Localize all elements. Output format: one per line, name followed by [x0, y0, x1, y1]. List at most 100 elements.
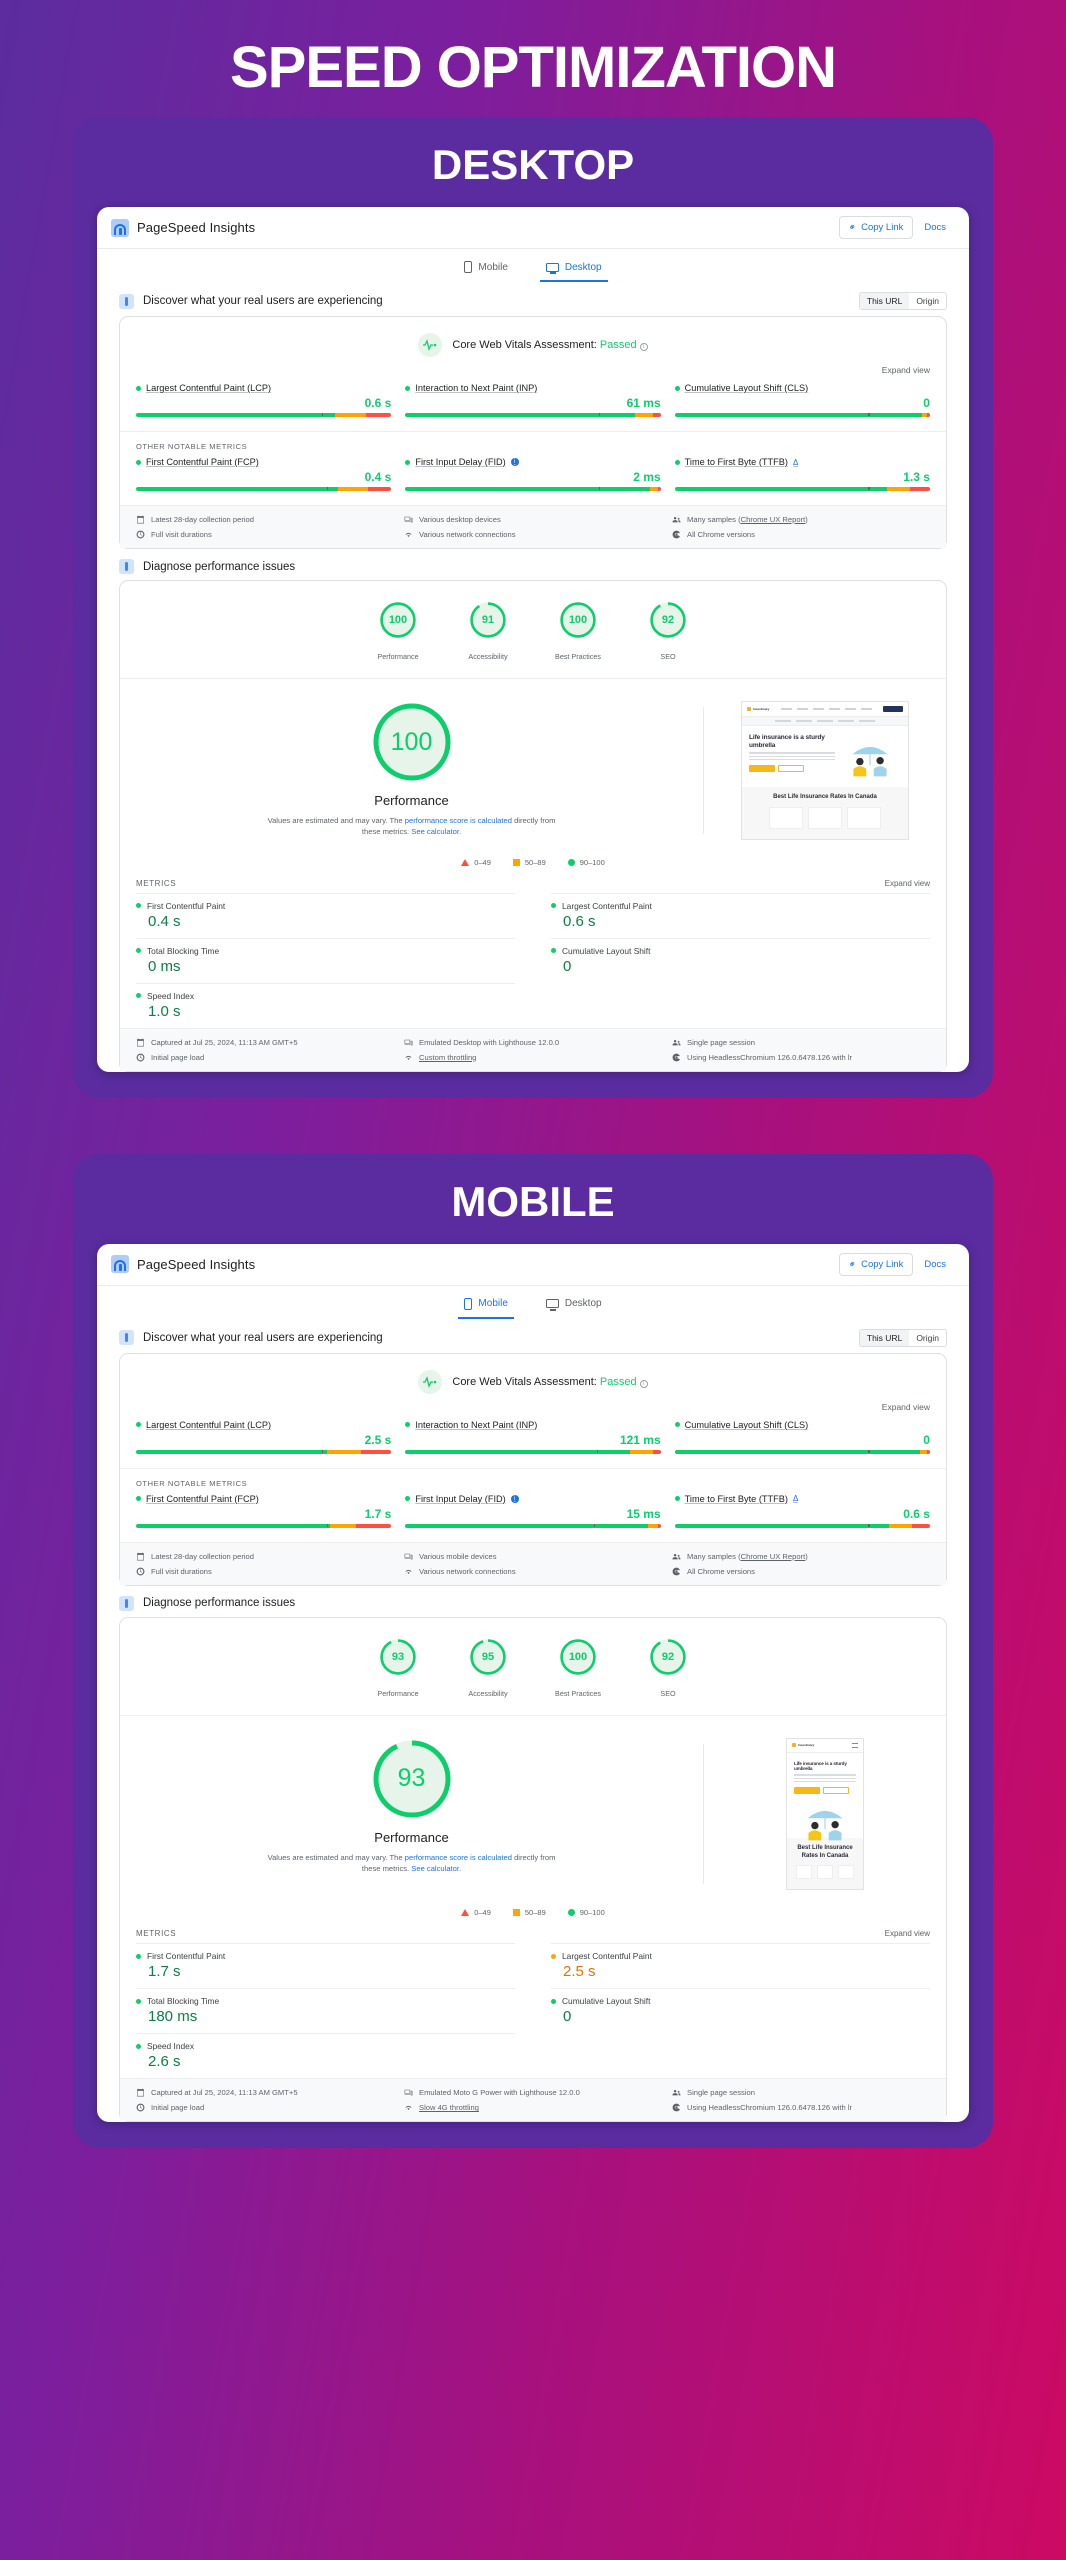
wifi-icon [405, 1055, 412, 1060]
psi-topbar: PageSpeed Insights ⚭ Copy Link Docs [97, 1244, 969, 1286]
field-metric-other-2: Time to First Byte (TTFB) Δ 1.3 s [674, 457, 930, 491]
sections-root: DESKTOP PageSpeed Insights ⚭ Copy Link Docs M… [0, 117, 1066, 2149]
thumb-cta-secondary[interactable] [823, 1787, 849, 1795]
metric-bar [405, 487, 661, 491]
metric-label[interactable]: Time to First Byte (TTFB) Δ [674, 1494, 930, 1504]
legend-label: 0–49 [474, 857, 491, 867]
footnote-item: Various desktop devices [404, 515, 662, 524]
see-calculator-link[interactable]: See calculator. [411, 1864, 461, 1873]
info-icon[interactable]: i [639, 1379, 648, 1388]
legend-label: 50–89 [524, 857, 546, 867]
subnav-link-placeholder [796, 720, 812, 722]
category-scores: 93 Performance 95 Accessibility 100 Best Prac… [120, 1618, 946, 1716]
tab-desktop[interactable]: Desktop [540, 1295, 608, 1319]
toggle-option-origin[interactable]: Origin [909, 1329, 946, 1346]
score-seo[interactable]: 92 SEO [642, 1638, 694, 1701]
status-dot-green [674, 1496, 680, 1501]
metric-label[interactable]: First Input Delay (FID) i [405, 1494, 660, 1504]
copy-link-button[interactable]: ⚭ Copy Link [838, 216, 914, 239]
metrics-expand-view[interactable]: Expand view [885, 1929, 930, 1938]
lab-metrics-grid: First Contentful Paint 0.4 s Total Blockin… [120, 892, 946, 1028]
score-performance[interactable]: 100 Performance [372, 601, 424, 664]
devices-icon [404, 2089, 413, 2096]
toggle-option-origin[interactable]: Origin [909, 293, 946, 309]
field-metric-core-2: Cumulative Layout Shift (CLS) 0 [674, 1420, 930, 1454]
score-legend: 0–49 50–89 90–100 [120, 846, 946, 875]
desktop-icon [545, 262, 559, 274]
metric-name: First Input Delay (FID) [415, 457, 506, 467]
toggle-option-this-url[interactable]: This URL [859, 293, 910, 309]
lab-footer: Captured at Jul 25, 2024, 11:13 AM GMT+5… [120, 1027, 946, 1071]
lab-metric-value: 0.6 s [563, 912, 596, 930]
metric-bar [405, 1523, 661, 1528]
score-ring: 100 [559, 601, 597, 639]
chrome-ux-report-link[interactable]: Chrome UX Report [741, 1552, 806, 1561]
tab-desktop[interactable]: Desktop [539, 258, 608, 282]
performance-score-link[interactable]: performance score is calculated [405, 1853, 512, 1862]
copy-link-button[interactable]: ⚭ Copy Link [838, 1252, 914, 1276]
performance-score-link[interactable]: performance score is calculated [405, 816, 512, 825]
thumb-card [847, 806, 881, 829]
see-calculator-link[interactable]: See calculator. [411, 827, 461, 836]
metric-label[interactable]: First Input Delay (FID) i [405, 457, 660, 467]
docs-link[interactable]: Docs [915, 217, 955, 238]
score-best-practices[interactable]: 100 Best Practices [552, 1638, 604, 1701]
lab-metric-name: Speed Index [147, 2041, 195, 2052]
thumb-paragraph [749, 752, 835, 761]
metric-label[interactable]: Cumulative Layout Shift (CLS) [674, 1420, 930, 1430]
lab-metric-name: First Contentful Paint [147, 1951, 226, 1962]
score-accessibility[interactable]: 95 Accessibility [462, 1638, 514, 1701]
field-footer: Latest 28-day collection period Full visi… [120, 505, 946, 548]
text-line-placeholder [749, 755, 835, 758]
docs-link[interactable]: Docs [915, 1254, 955, 1275]
metrics-expand-view[interactable]: Expand view [885, 879, 930, 888]
metric-label[interactable]: Time to First Byte (TTFB) Δ [674, 457, 930, 467]
thumb-cta-primary[interactable] [794, 1787, 820, 1795]
wifi-icon [405, 1569, 412, 1574]
score-accessibility[interactable]: 91 Accessibility [462, 601, 514, 664]
score-seo[interactable]: 92 SEO [642, 601, 694, 664]
metric-value: 15 ms [626, 1506, 661, 1521]
lab-metrics-col-left: First Contentful Paint 0.4 s Total Blockin… [136, 892, 533, 1028]
metric-label[interactable]: Interaction to Next Paint (INP) [405, 1420, 660, 1430]
bar-green [136, 1523, 331, 1528]
score-performance[interactable]: 93 Performance [372, 1638, 424, 1701]
metric-label[interactable]: Largest Contentful Paint (LCP) [136, 1420, 391, 1430]
tab-mobile[interactable]: Mobile [458, 258, 513, 282]
cwv-expand-view[interactable]: Expand view [120, 1400, 946, 1414]
info-icon[interactable]: i [639, 343, 648, 351]
bar-orange [337, 487, 369, 491]
chrome-ux-report-link[interactable]: Chrome UX Report [741, 515, 806, 524]
toggle-option-this-url[interactable]: This URL [859, 1329, 910, 1346]
metric-label[interactable]: Largest Contentful Paint (LCP) [136, 383, 391, 393]
samples-icon [672, 1553, 681, 1559]
status-dot-green [136, 1998, 141, 2004]
cwv-expand-view[interactable]: Expand view [120, 363, 946, 377]
cwv-assessment-value: Passed [599, 339, 637, 351]
footnote-item: Captured at Jul 25, 2024, 11:13 AM GMT+5 [136, 1038, 394, 1047]
metric-label[interactable]: First Contentful Paint (FCP) [136, 1494, 391, 1504]
thumb-cta-primary[interactable] [749, 765, 775, 773]
metric-name: Cumulative Layout Shift (CLS) [684, 383, 809, 393]
metric-label[interactable]: Interaction to Next Paint (INP) [405, 383, 660, 393]
metric-bar [136, 1523, 392, 1528]
legend-label: 90–100 [579, 857, 605, 867]
tab-mobile[interactable]: Mobile [458, 1295, 514, 1319]
field-footer-col-3: Many samples (Chrome UX Report) All Chrom… [672, 515, 930, 539]
psi-brand-name: PageSpeed Insights [137, 220, 256, 235]
url-origin-toggle: This URL Origin [858, 1328, 947, 1347]
metric-label[interactable]: First Contentful Paint (FCP) [136, 457, 391, 467]
bar-red [912, 1523, 930, 1528]
info-badge-icon: i [510, 1494, 519, 1503]
wifi-icon [405, 532, 412, 538]
metric-label[interactable]: Cumulative Layout Shift (CLS) [674, 383, 930, 393]
section-label: MOBILE [451, 1177, 615, 1225]
chrome-icon [672, 1053, 680, 1061]
section-panel-mobile: MOBILE PageSpeed Insights ⚭ Copy Link Docs Mo… [73, 1153, 993, 2149]
metrics-label: METRICS [136, 1929, 177, 1939]
score-best-practices[interactable]: 100 Best Practices [552, 601, 604, 664]
footnote-item: Using HeadlessChromium 126.0.6478.126 wi… [672, 1053, 930, 1062]
thumb-cta-secondary[interactable] [778, 765, 804, 773]
score-ring: 92 [649, 1638, 687, 1676]
thumb-navbar: Insurdinary [742, 702, 908, 717]
